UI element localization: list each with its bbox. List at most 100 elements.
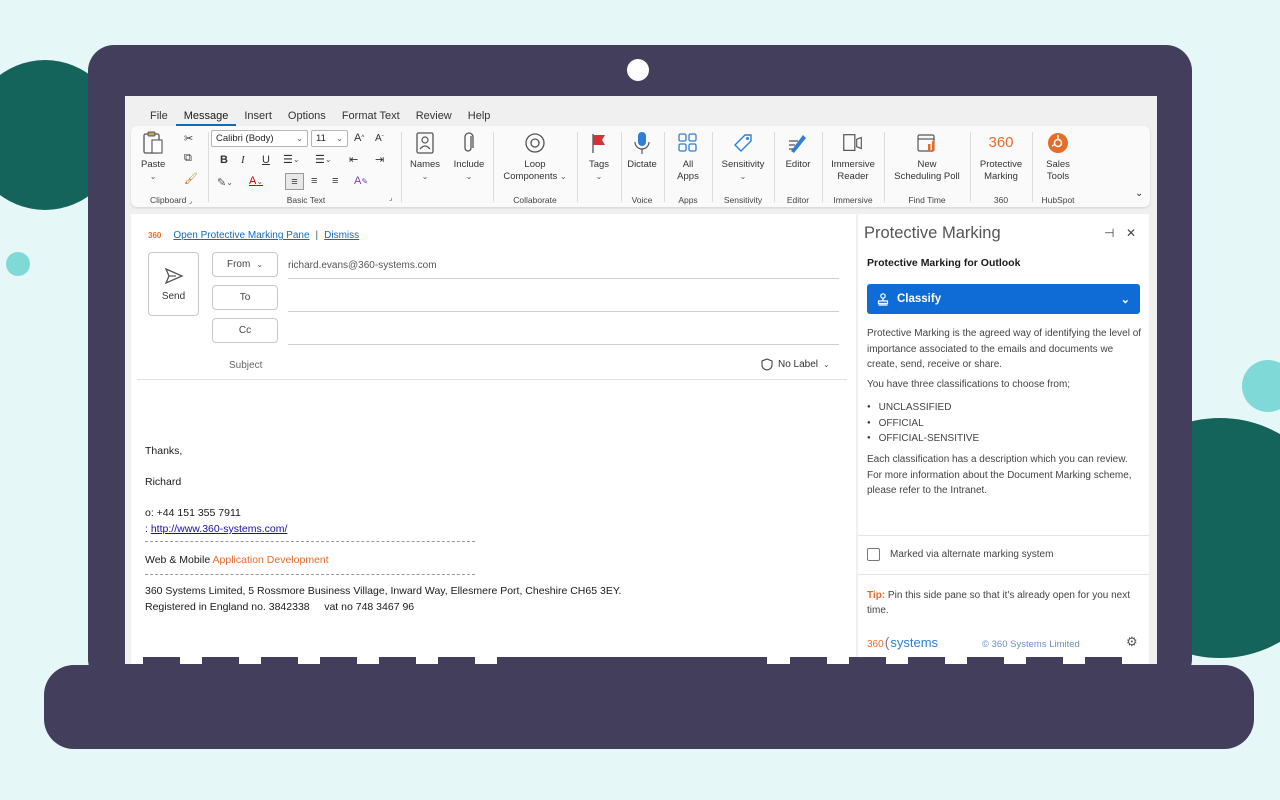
clipboard-icon [141,130,165,156]
address-book-icon [413,130,437,156]
classification-list: UNCLASSIFIED OFFICIAL OFFICIAL-SENSITIVE [867,400,980,447]
italic-icon[interactable]: I [241,154,245,166]
calendar-poll-icon [915,130,939,156]
alternate-marking-checkbox[interactable] [867,548,880,561]
to-button[interactable]: To [212,285,278,310]
highlight-icon[interactable]: ✎ ⌄ [217,176,233,189]
divider [145,574,475,575]
font-size-dropdown[interactable]: 11 ⌄ [311,130,348,147]
new-scheduling-poll-button[interactable]: New Scheduling Poll [885,130,969,183]
tab-review[interactable]: Review [408,110,460,126]
cc-field[interactable] [288,344,839,345]
dismiss-link[interactable]: Dismiss [324,230,359,241]
microphone-icon [630,130,654,156]
send-icon [164,267,184,284]
to-field[interactable] [288,311,839,312]
from-button[interactable]: From ⌄ [212,252,278,277]
bullets-icon[interactable]: ☰ ⌄ [283,153,300,166]
copy-icon[interactable]: ⧉ [184,152,192,165]
body-line: Thanks, [145,445,183,457]
background-dot [6,252,30,276]
sensitivity-label-icon [731,130,755,156]
sensitivity-group: Sensitivity ⌄ Sensitivity [713,126,773,207]
hubspot-group-label: HubSpot [1041,195,1075,205]
tags-button[interactable]: Tags ⌄ [579,130,619,183]
find-time-group: New Scheduling Poll Find Time [885,126,969,207]
marking-360-group-label: 360 [993,195,1009,205]
outlook-window: File Message Insert Options Format Text … [125,96,1157,664]
voice-group: Dictate Voice [621,126,663,207]
list-item: OFFICIAL-SENSITIVE [867,431,980,447]
numbering-icon[interactable]: ☰ ⌄ [315,153,332,166]
sales-tools-button[interactable]: Sales Tools [1033,130,1083,183]
gear-icon[interactable]: ⚙ [1126,634,1138,650]
align-center-icon[interactable]: ≡ [311,175,317,187]
editor-pen-icon [786,130,810,156]
shrink-font-icon[interactable]: Aˇ [375,133,384,144]
bold-icon[interactable]: B [220,154,228,166]
classify-dropdown[interactable]: Classify ⌄ [867,284,1140,314]
chevron-down-icon: ⌄ [823,360,830,369]
paste-button[interactable]: Paste ⌄ [141,130,165,183]
font-color-icon[interactable]: A ⌄ [249,175,263,187]
clipboard-group: Paste ⌄ ✂ ⧉ 🖌 Clipboard ⌟ [135,126,207,207]
close-icon[interactable]: ✕ [1126,226,1136,240]
protective-marking-button[interactable]: 360 Protective Marking [971,130,1031,183]
tab-message[interactable]: Message [175,110,237,126]
alternate-marking-option[interactable]: Marked via alternate marking system [867,548,1053,561]
cc-button[interactable]: Cc [212,318,278,343]
names-button[interactable]: Names ⌄ [405,130,445,183]
hubspot-group: Sales Tools HubSpot [1033,126,1083,207]
body-line: 360 Systems Limited, 5 Rossmore Business… [145,585,622,597]
body-line: o: +44 151 355 7911 [145,507,241,519]
align-right-icon[interactable]: ≡ [332,175,338,187]
keyboard-key [908,657,945,664]
open-protective-marking-pane-link[interactable]: Open Protective Marking Pane [173,230,309,241]
flag-icon [587,130,611,156]
keyboard-key [790,657,827,664]
pin-icon[interactable]: ⊣ [1104,226,1114,240]
subject-field[interactable]: Subject [229,360,262,371]
cut-icon[interactable]: ✂ [184,132,193,145]
editor-button[interactable]: Editor [775,130,821,171]
all-apps-button[interactable]: All Apps [665,130,711,183]
loop-components-button[interactable]: Loop Components ⌄ [493,130,577,183]
voice-group-label: Voice [631,195,653,205]
tab-file[interactable]: File [142,110,176,126]
font-name-dropdown[interactable]: Calibri (Body) ⌄ [211,130,308,147]
paperclip-icon [457,130,481,156]
compose-area: 360 Open Protective Marking Pane | Dismi… [131,214,856,664]
styles-icon[interactable]: A ✎ [354,175,368,187]
tab-insert[interactable]: Insert [236,110,280,126]
chevron-down-icon: ⌄ [296,134,303,143]
tab-options[interactable]: Options [280,110,334,126]
body-line: Richard [145,476,182,488]
grow-font-icon[interactable]: A ^ [354,132,364,144]
sensitivity-label-dropdown[interactable]: No Label ⌄ [761,358,830,371]
divider [208,132,209,202]
website-link[interactable]: http://www.360-systems.com/ [151,523,288,535]
pane-subtitle: Protective Marking for Outlook [867,257,1021,269]
decrease-indent-icon[interactable]: ⇤ [349,153,358,166]
send-button[interactable]: Send [148,252,199,316]
dialog-launcher-icon[interactable]: ⌟ [389,194,392,202]
immersive-reader-button[interactable]: Immersive Reader [823,130,883,183]
sensitivity-button[interactable]: Sensitivity ⌄ [713,130,773,183]
include-button[interactable]: Include ⌄ [449,130,489,183]
tab-format-text[interactable]: Format Text [334,110,408,126]
ribbon-expand-icon[interactable]: ⌄ [1135,188,1143,199]
tip-text: Tip: Pin this side pane so that it's alr… [867,590,1130,616]
dictate-button[interactable]: Dictate [621,130,663,171]
keyboard-key [261,657,298,664]
apps-group-label: Apps [678,195,698,205]
keyboard-key [143,657,180,664]
chevron-down-icon: ⌄ [421,172,429,181]
logo-360-icon: 360 [988,134,1014,151]
format-painter-icon[interactable]: 🖌 [184,172,198,185]
align-left-icon[interactable]: ≡ [285,173,304,190]
body-line: : http://www.360-systems.com/ [145,523,288,535]
tab-help[interactable]: Help [460,110,499,126]
underline-icon[interactable]: U [262,154,270,166]
increase-indent-icon[interactable]: ⇥ [375,153,384,166]
chevron-down-icon: ⌄ [256,260,264,269]
